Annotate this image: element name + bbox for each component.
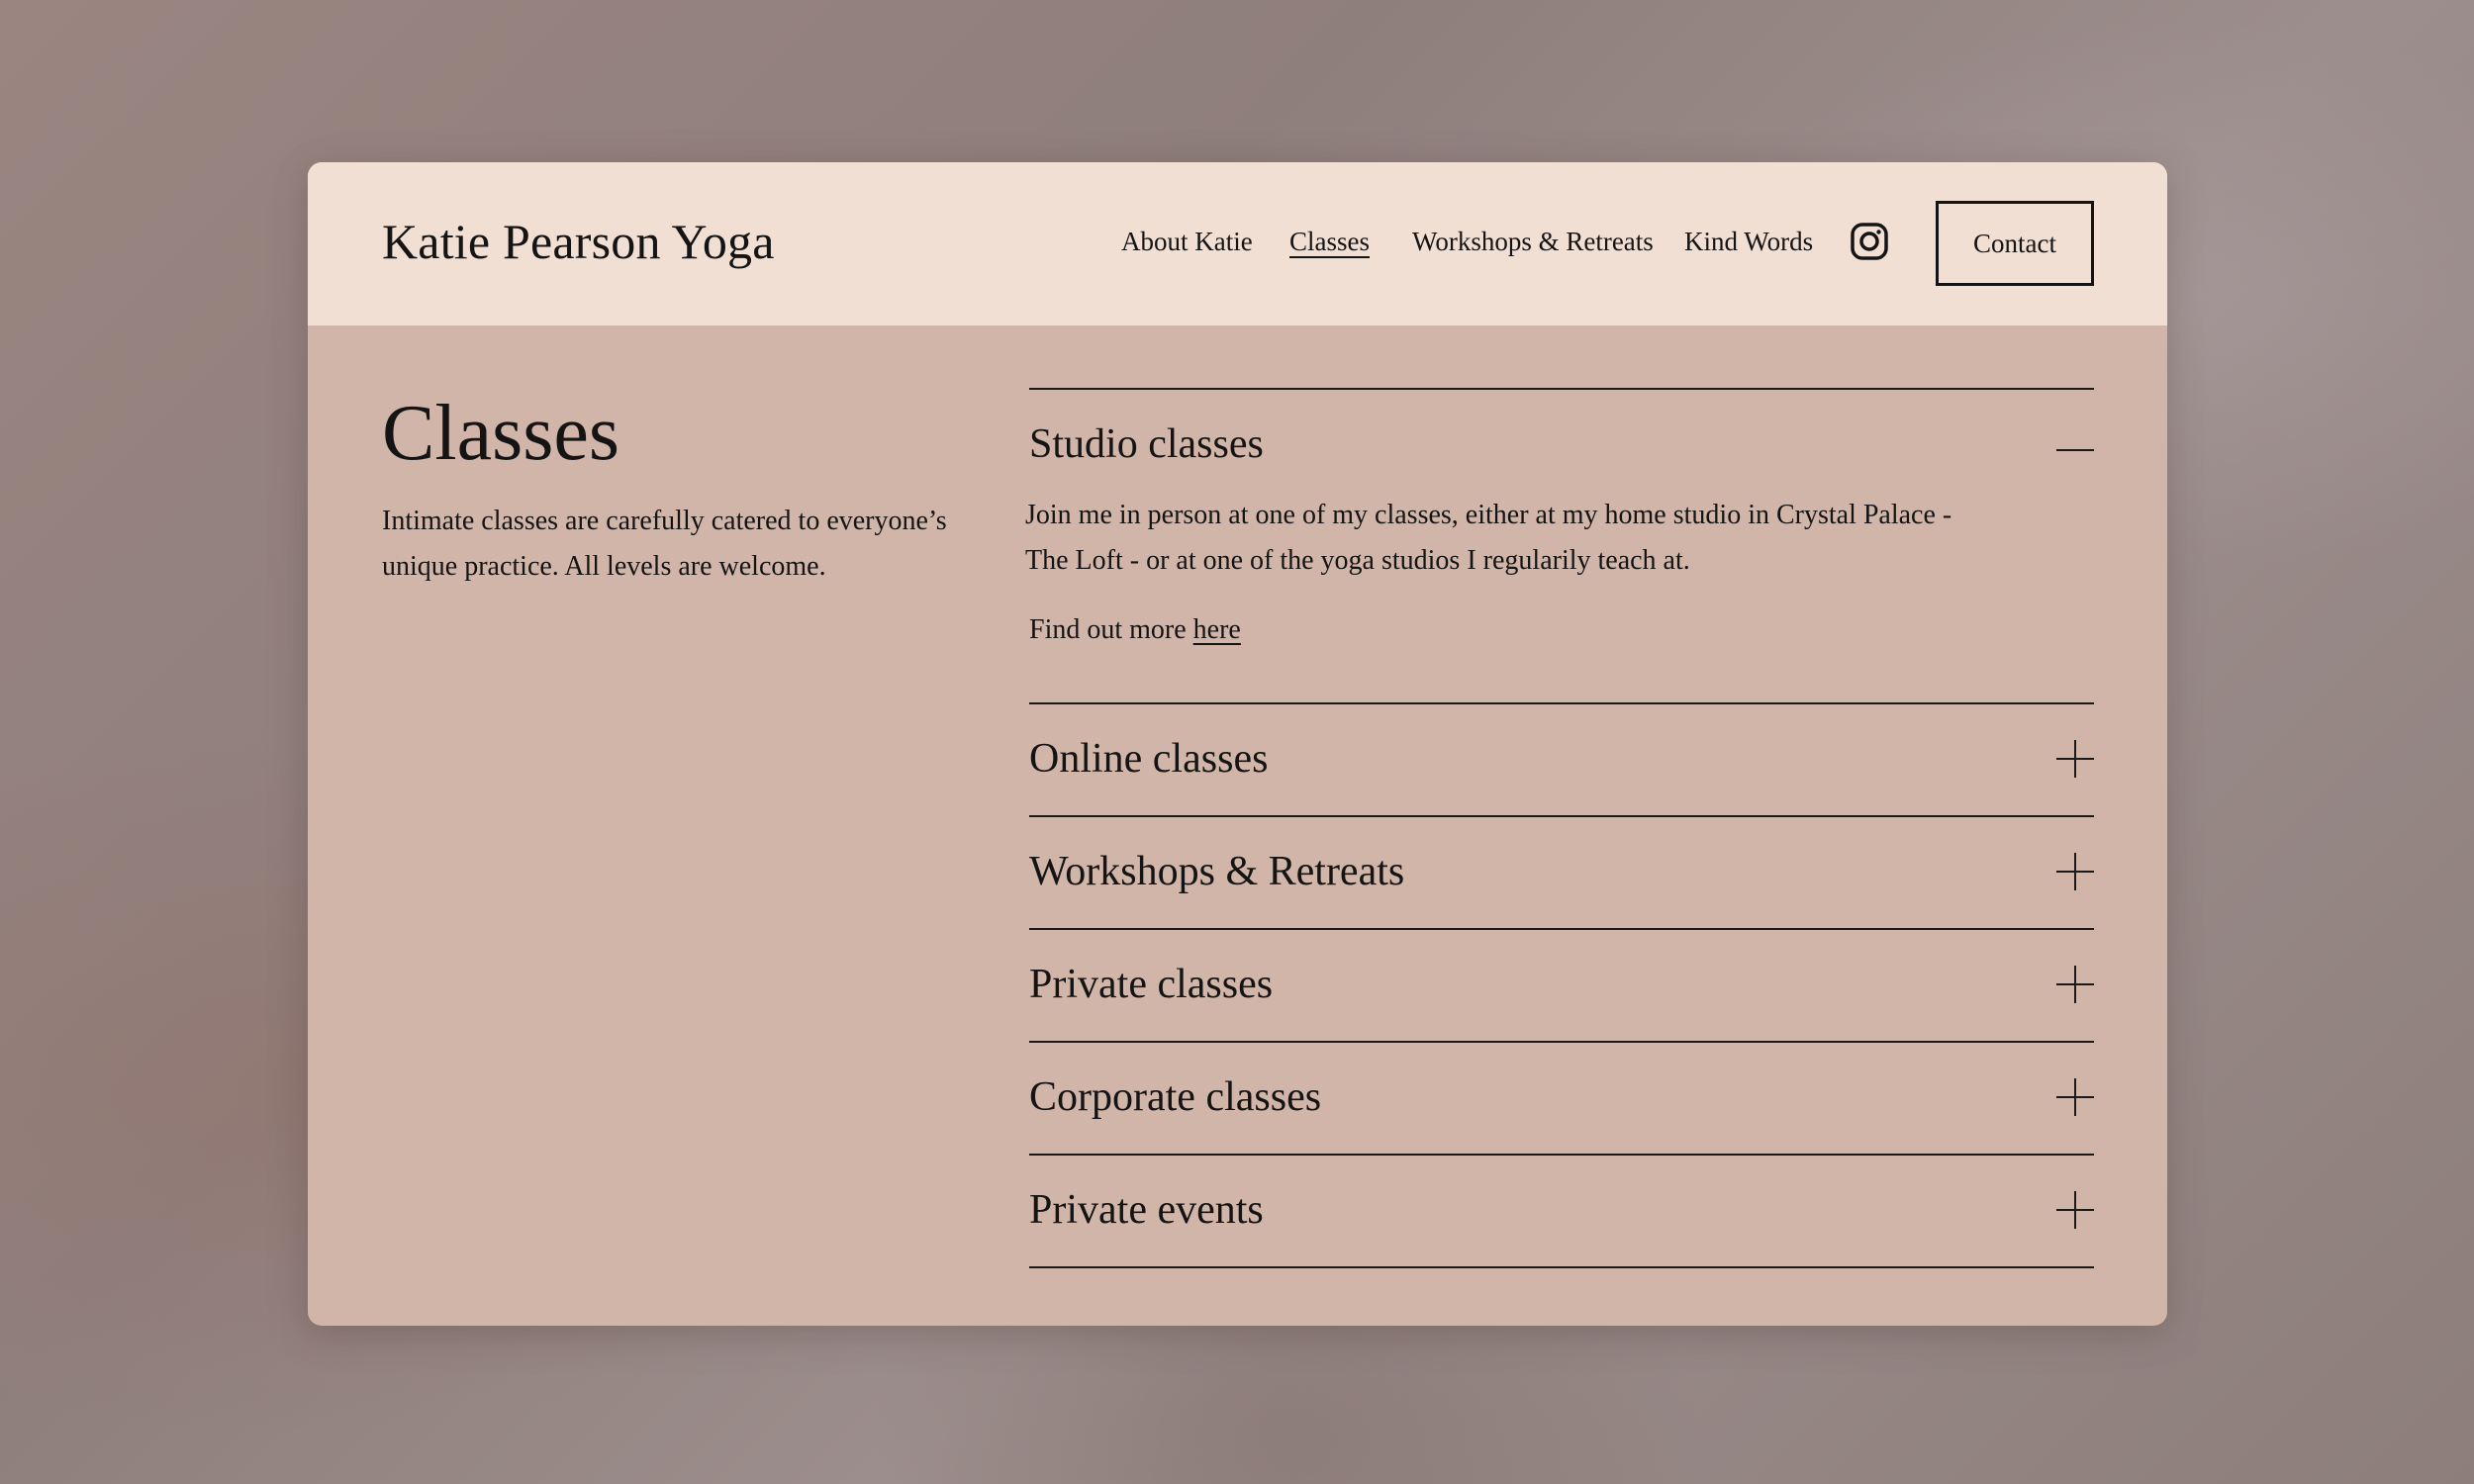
find-out-more: Find out more here — [1029, 607, 2094, 653]
plus-icon[interactable] — [2056, 1078, 2094, 1116]
nav-link-kind-words[interactable]: Kind Words — [1684, 227, 1813, 256]
nav-link-about-katie[interactable]: About Katie — [1121, 227, 1253, 256]
nav-item-kind-words[interactable]: Kind Words — [1684, 226, 1813, 257]
accordion-header-workshops-retreats[interactable]: Workshops & Retreats — [1029, 817, 2094, 928]
site-card: Katie Pearson Yoga About Katie Classes W… — [308, 162, 2167, 1326]
site-header: Katie Pearson Yoga About Katie Classes W… — [308, 162, 2167, 325]
accordion-item-private-events[interactable]: Private events — [1029, 1156, 2094, 1268]
accordion-title: Private events — [1029, 1187, 1264, 1233]
accordion-title: Private classes — [1029, 962, 1274, 1007]
accordion-header-online-classes[interactable]: Online classes — [1029, 704, 2094, 815]
accordion-header-private-classes[interactable]: Private classes — [1029, 930, 2094, 1041]
plus-icon[interactable] — [2056, 966, 2094, 1003]
accordion-item-online-classes[interactable]: Online classes — [1029, 704, 2094, 817]
minus-icon[interactable] — [2056, 431, 2094, 469]
accordion-title: Corporate classes — [1029, 1074, 1322, 1120]
accordion-item-private-classes[interactable]: Private classes — [1029, 930, 2094, 1043]
page-title: Classes — [382, 390, 619, 477]
accordion-title: Online classes — [1029, 736, 1269, 782]
nav-item-workshops-retreats[interactable]: Workshops & Retreats — [1412, 226, 1654, 257]
nav-link-classes[interactable]: Classes — [1289, 227, 1370, 256]
find-out-more-link[interactable]: here — [1193, 614, 1241, 645]
accordion-title: Workshops & Retreats — [1029, 849, 1405, 894]
accordion-item-corporate-classes[interactable]: Corporate classes — [1029, 1043, 2094, 1156]
accordion-body-studio-classes: Join me in person at one of my classes, … — [1025, 493, 2094, 702]
contact-button[interactable]: Contact — [1936, 201, 2094, 286]
accordion-title: Studio classes — [1029, 421, 1264, 467]
plus-icon[interactable] — [2056, 853, 2094, 890]
instagram-icon[interactable] — [1850, 222, 1889, 261]
accordion-item-studio-classes: Studio classes Join me in person at one … — [1025, 390, 2094, 704]
plus-icon[interactable] — [2056, 740, 2094, 778]
site-logo[interactable]: Katie Pearson Yoga — [382, 212, 775, 271]
plus-icon[interactable] — [2056, 1191, 2094, 1229]
accordion-header-corporate-classes[interactable]: Corporate classes — [1029, 1043, 2094, 1154]
studio-classes-description: Join me in person at one of my classes, … — [1025, 500, 1952, 576]
page-intro: Intimate classes are carefully catered t… — [382, 506, 947, 582]
nav-item-about-katie[interactable]: About Katie — [1121, 226, 1253, 257]
nav-item-classes[interactable]: Classes — [1289, 226, 1370, 257]
accordion-header-studio-classes[interactable]: Studio classes — [1029, 390, 2094, 493]
accordion-header-private-events[interactable]: Private events — [1029, 1156, 2094, 1266]
find-out-more-text: Find out more — [1029, 614, 1193, 645]
nav-link-workshops-retreats[interactable]: Workshops & Retreats — [1412, 227, 1654, 256]
classes-accordion: Studio classes Join me in person at one … — [1025, 388, 2094, 1268]
accordion-item-workshops-retreats[interactable]: Workshops & Retreats — [1029, 817, 2094, 930]
